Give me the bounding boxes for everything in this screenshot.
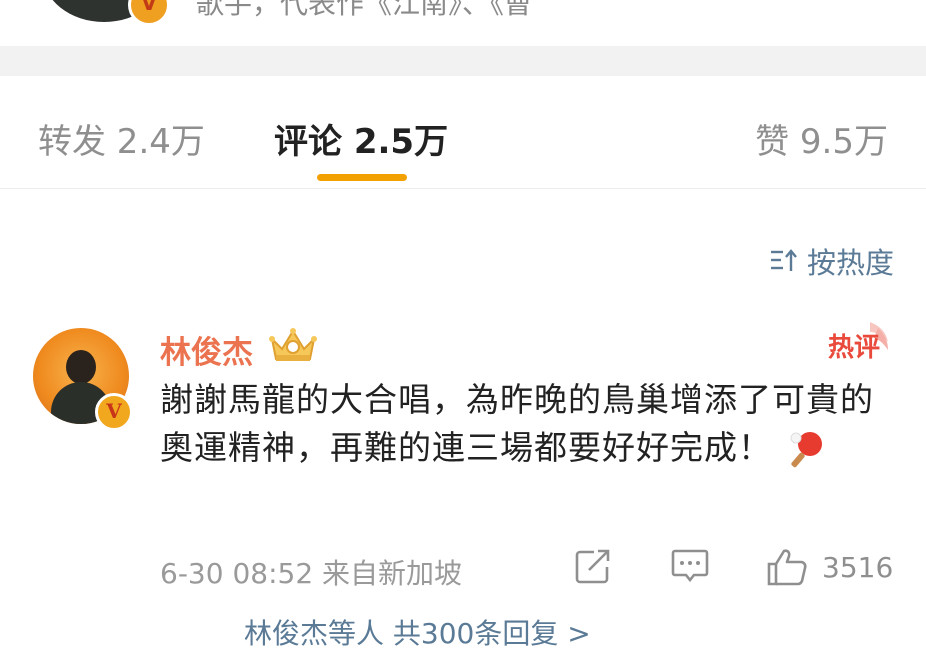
tab-repost[interactable]: 转发 2.4万 — [38, 114, 205, 163]
hot-comment-badge-icon: 热评 — [828, 322, 888, 363]
tab-bar: 转发 2.4万 评论 2.5万 赞 9.5万 — [0, 76, 926, 189]
comment-meta: 6-30 08:52 来自新加坡 — [160, 557, 463, 590]
tab-likes[interactable]: 赞 9.5万 — [755, 114, 888, 163]
repost-button[interactable] — [574, 547, 614, 585]
verified-badge-icon: V — [95, 393, 133, 431]
post-snippet-text: 歌手，代表作《江南》、《曹 — [196, 0, 533, 20]
comment-text: 謝謝馬龍的大合唱，為昨晚的鳥巢增添了可貴的奧運精神，再難的連三場都要好好完成！ — [160, 376, 900, 472]
share-icon — [575, 549, 610, 584]
crown-member-icon — [269, 328, 317, 361]
sort-icon — [770, 249, 797, 271]
view-replies-link[interactable]: 林俊杰等人 共300条回复 > — [244, 612, 591, 652]
tab-comments[interactable]: 评论 2.5万 — [274, 114, 448, 163]
section-divider — [0, 46, 926, 76]
like-count: 3516 — [822, 550, 894, 584]
active-tab-indicator — [317, 174, 407, 181]
ping-pong-icon — [790, 431, 822, 467]
comment-author[interactable]: 林俊杰 — [160, 327, 253, 372]
previous-post-snippet: V 歌手，代表作《江南》、《曹 — [0, 0, 926, 46]
comment-body: 謝謝馬龍的大合唱，為昨晚的鳥巢增添了可貴的奧運精神，再難的連三場都要好好完成！ — [160, 380, 874, 467]
like-button[interactable]: 3516 — [766, 547, 893, 587]
sort-by-hot-button[interactable]: 按热度 — [769, 240, 894, 282]
thumbs-up-icon — [767, 549, 807, 586]
svg-text:热评: 热评 — [828, 333, 880, 363]
reply-button[interactable] — [670, 547, 710, 585]
sort-label: 按热度 — [806, 246, 894, 280]
comment-bubble-icon — [671, 549, 709, 583]
verified-badge-icon: V — [128, 0, 170, 26]
